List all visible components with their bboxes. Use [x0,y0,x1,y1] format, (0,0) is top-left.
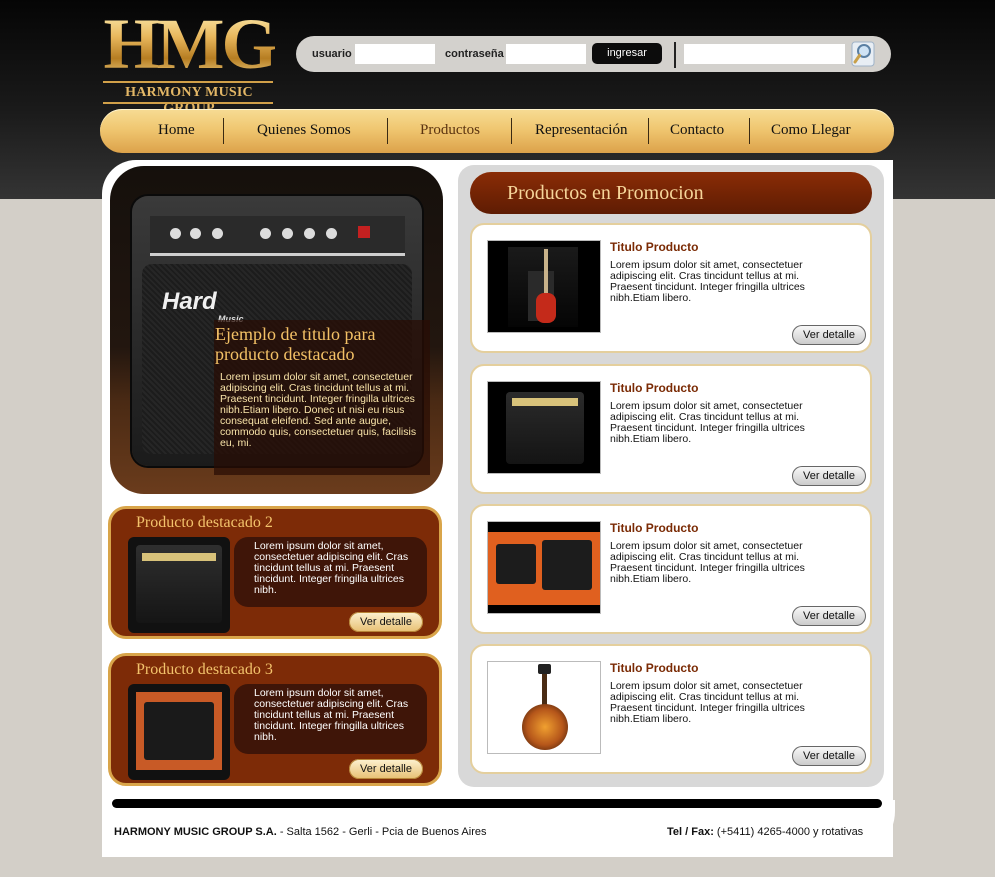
nav-home[interactable]: Home [158,122,195,139]
password-label: contraseña [445,48,504,60]
footer-address: HARMONY MUSIC GROUP S.A. - Salta 1562 - … [114,826,487,838]
featured-title[interactable]: Producto destacado 3 [136,661,273,679]
nav-separator [387,118,388,144]
logo-letters: HMG [103,4,278,84]
product-description: Lorem ipsum dolor sit amet, consectetuer… [610,680,805,725]
ver-detalle-button[interactable]: Ver detalle [792,325,866,345]
nav-separator [511,118,512,144]
nav-contacto[interactable]: Contacto [670,122,724,139]
product-description: Lorem ipsum dolor sit amet, consectetuer… [610,259,805,304]
product-title[interactable]: Titulo Producto [610,381,698,395]
magnifier-icon[interactable] [851,41,875,67]
login-bar: usuario contraseña ingresar [296,36,891,72]
footer-phone: Tel / Fax: (+5411) 4265-4000 y rotativas [667,826,863,838]
ver-detalle-button[interactable]: Ver detalle [792,606,866,626]
featured-description: Lorem ipsum dolor sit amet, consectetuer… [254,687,409,743]
featured-text-box: Lorem ipsum dolor sit amet, consectetuer… [234,537,427,607]
featured-thumbnail[interactable] [128,684,230,780]
red-guitar-photo[interactable] [487,240,601,333]
amp-brand-label: Hard [162,288,217,315]
promo-product-card: Titulo Producto Lorem ipsum dolor sit am… [470,223,872,353]
footer-company: HARMONY MUSIC GROUP S.A. [114,826,277,838]
promo-product-card: Titulo Producto Lorem ipsum dolor sit am… [470,644,872,774]
featured-title[interactable]: Producto destacado 2 [136,514,273,532]
amp-control-panel [150,216,405,256]
product-description: Lorem ipsum dolor sit amet, consectetuer… [610,540,805,585]
ver-detalle-button[interactable]: Ver detalle [349,759,423,779]
ver-detalle-button[interactable]: Ver detalle [349,612,423,632]
logo[interactable]: HMG HARMONY MUSIC GROUP [103,4,278,116]
promo-product-card: Titulo Producto Lorem ipsum dolor sit am… [470,364,872,494]
main-nav: Home Quienes Somos Productos Representac… [100,109,894,153]
promo-product-card: Titulo Producto Lorem ipsum dolor sit am… [470,504,872,634]
promo-header-title: Productos en Promocion [507,182,704,204]
footer-address-text: - Salta 1562 - Gerli - Pcia de Buenos Ai… [276,826,487,838]
nav-como-llegar[interactable]: Como Llegar [771,122,851,139]
nav-representacion[interactable]: Representación [535,122,627,139]
hero-description: Lorem ipsum dolor sit amet, consectetuer… [220,371,417,449]
login-separator [674,42,676,68]
logo-divider [103,81,273,83]
product-description: Lorem ipsum dolor sit amet, consectetuer… [610,400,805,445]
password-input[interactable] [506,44,586,64]
logo-divider [103,102,273,104]
username-input[interactable] [355,44,435,64]
featured-text-box: Lorem ipsum dolor sit amet, consectetuer… [234,684,427,754]
product-title[interactable]: Titulo Producto [610,240,698,254]
sunburst-guitar-photo[interactable] [487,661,601,754]
product-title[interactable]: Titulo Producto [610,521,698,535]
promo-header: Productos en Promocion [470,172,872,214]
footer-divider [112,799,882,808]
hero-title[interactable]: Ejemplo de titulo para producto destacad… [215,324,430,364]
nav-quienes-somos[interactable]: Quienes Somos [257,122,351,139]
search-input[interactable] [684,44,845,64]
nav-separator [648,118,649,144]
ver-detalle-button[interactable]: Ver detalle [792,466,866,486]
featured-thumbnail[interactable] [128,537,230,633]
featured-product-card: Producto destacado 2 Lorem ipsum dolor s… [108,506,442,639]
two-amplifiers-photo[interactable] [487,521,601,614]
hero-featured-product[interactable]: Hard Music Ejemplo de titulo para produc… [110,166,443,494]
ver-detalle-button[interactable]: Ver detalle [792,746,866,766]
footer-tel-value: (+5411) 4265-4000 y rotativas [713,826,864,838]
nav-separator [749,118,750,144]
nav-productos[interactable]: Productos [420,122,480,139]
username-label: usuario [312,48,352,60]
nav-separator [223,118,224,144]
product-title[interactable]: Titulo Producto [610,661,698,675]
featured-description: Lorem ipsum dolor sit amet, consectetuer… [254,540,409,596]
featured-product-card: Producto destacado 3 Lorem ipsum dolor s… [108,653,442,786]
login-button[interactable]: ingresar [592,43,662,64]
footer-tel-label: Tel / Fax: [667,826,714,838]
amplifier-photo[interactable] [487,381,601,474]
